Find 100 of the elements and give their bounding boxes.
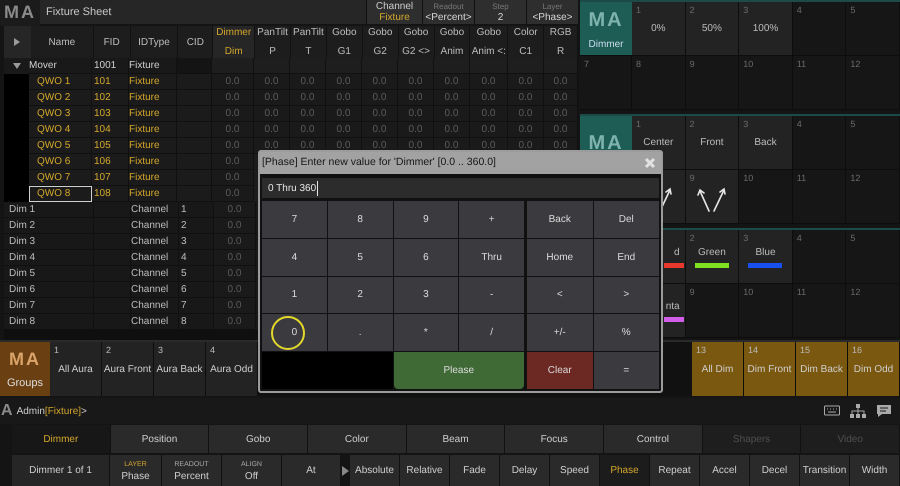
layer-button[interactable]: Repeat — [650, 455, 700, 486]
edit-key[interactable]: Home — [527, 238, 592, 276]
group-cell[interactable]: 16 Dim Odd — [848, 342, 900, 396]
at-button[interactable]: At — [282, 455, 340, 486]
logo: MA — [588, 8, 624, 33]
name-cell[interactable]: Dim 8 — [4, 314, 94, 330]
group-cell[interactable]: 3 Aura Back — [154, 342, 206, 396]
feature-tab[interactable]: Position — [110, 425, 210, 453]
value-cell: 0.0 — [212, 74, 254, 90]
keypad-key[interactable]: + — [459, 201, 524, 238]
preset-cell[interactable]: 3 Blue — [739, 230, 793, 284]
column-header[interactable]: Dimmer Dim — [213, 26, 256, 58]
cell-number: 4 — [796, 118, 802, 131]
keypad-key[interactable]: . — [328, 314, 392, 352]
keypad-key[interactable]: 1 — [262, 276, 327, 314]
value-cell: 0.0 — [212, 138, 254, 154]
group-cell[interactable]: 4 Aura Odd — [206, 342, 258, 396]
keypad-key[interactable]: 7 — [262, 201, 327, 238]
setting-field[interactable]: Step 2 — [474, 0, 526, 24]
layer-button[interactable]: Phase — [600, 455, 650, 486]
encoder-feature[interactable]: Dimmer 1 of 1 — [12, 455, 110, 486]
layer-button[interactable]: Width — [850, 455, 900, 486]
name-cell[interactable]: QWO 8 — [29, 186, 92, 202]
keypad-key[interactable]: 5 — [328, 238, 392, 276]
layer-button[interactable]: Delay — [500, 455, 550, 486]
keypad-key[interactable]: 0 — [262, 314, 327, 352]
layer-button[interactable]: Fade — [450, 455, 500, 486]
edit-key[interactable]: % — [594, 314, 659, 352]
value-cell: 0.0 — [470, 90, 508, 106]
edit-key[interactable]: > — [594, 276, 659, 314]
command-prompt: Admin[Fixture]> — [16, 404, 87, 418]
keypad-key[interactable]: 8 — [328, 201, 392, 238]
group-cell[interactable]: 1 All Aura — [50, 342, 102, 396]
setting-field[interactable]: Layer <Phase> — [526, 0, 578, 24]
expand-icon[interactable] — [13, 38, 22, 46]
keypad-key[interactable]: / — [459, 314, 524, 352]
layer-button[interactable]: Absolute — [350, 455, 400, 486]
keypad-key[interactable]: 9 — [394, 201, 458, 238]
layer-button[interactable]: Decel — [750, 455, 800, 486]
value-cell: 0.0 — [214, 250, 256, 266]
group-cell[interactable]: 2 Aura Front — [102, 342, 154, 396]
edit-key[interactable]: End — [594, 238, 659, 276]
setting-field[interactable]: Readout <Percent> — [422, 0, 474, 24]
value-cell: 0.0 — [470, 122, 508, 138]
edit-key[interactable]: Del — [594, 201, 659, 238]
layer-button[interactable]: Transition — [800, 455, 850, 486]
preset-cell[interactable]: 3 100% — [739, 2, 793, 56]
collapse-icon[interactable] — [12, 62, 20, 70]
pool-label[interactable]: MA Dimmer — [580, 2, 632, 56]
preset-cell[interactable]: 3 Back — [739, 116, 793, 170]
preset-cell[interactable]: 2 50% — [686, 2, 740, 56]
keypad-key[interactable]: Thru — [459, 238, 524, 276]
value-cell: 0.0 — [508, 106, 544, 122]
cell-number: 9 — [690, 286, 695, 299]
name-cell[interactable]: QWO 7 — [29, 170, 92, 186]
cell-number: 11 — [796, 172, 806, 185]
value-cell: 0.0 — [434, 74, 470, 90]
value-cell: 0.0 — [212, 122, 254, 138]
value-cell: 0.0 — [290, 74, 326, 90]
preset-cell[interactable]: 2 Front — [686, 116, 740, 170]
edit-key[interactable]: +/- — [527, 314, 592, 352]
value-cell: 0.0 — [214, 282, 256, 298]
value-cell: 0.0 — [212, 154, 254, 170]
keypad-key[interactable]: 3 — [394, 276, 458, 314]
pool-label[interactable]: MA Groups — [0, 342, 50, 396]
clear-button[interactable]: Clear — [527, 352, 592, 389]
feature-tab[interactable]: Focus — [505, 425, 604, 453]
group-cell[interactable]: 15 Dim Back — [796, 342, 848, 396]
keypad-key[interactable]: - — [459, 276, 524, 314]
group-cell[interactable]: 13 All Dim — [692, 342, 744, 396]
feature-tab[interactable]: Gobo — [209, 425, 308, 453]
row-gutter — [4, 74, 29, 90]
edit-key[interactable]: Back — [527, 201, 592, 238]
layer-button[interactable]: Accel — [700, 455, 750, 486]
preset-cell[interactable]: 2 Green — [686, 230, 740, 284]
keypad-key[interactable]: 2 — [328, 276, 392, 314]
value-cell: 0.0 — [434, 122, 470, 138]
value-cell: 0.0 — [254, 106, 290, 122]
cell-number: 4 — [796, 4, 802, 17]
edit-key[interactable]: < — [527, 276, 592, 314]
feature-tab[interactable]: Color — [308, 425, 407, 453]
equals-key[interactable]: = — [594, 352, 659, 389]
feature-tab[interactable]: Control — [604, 425, 703, 453]
cell-number: 10 — [743, 58, 754, 71]
value-cell: 0.0 — [214, 218, 256, 234]
cell-number: 12 — [850, 58, 860, 71]
keypad-key[interactable]: * — [394, 314, 458, 352]
chat-icon[interactable] — [876, 404, 892, 418]
layer-button[interactable]: Speed — [550, 455, 600, 486]
keypad-key[interactable]: 6 — [394, 238, 458, 276]
mode-toggle[interactable]: Channel Fixture — [366, 0, 422, 24]
input-field[interactable]: 0 Thru 360 — [262, 178, 659, 198]
hierarchy-icon[interactable] — [850, 404, 866, 418]
please-button[interactable]: Please — [394, 352, 524, 389]
group-cell[interactable]: 14 Dim Front — [744, 342, 796, 396]
layer-button[interactable]: Relative — [400, 455, 450, 486]
keyboard-icon[interactable] — [824, 404, 840, 416]
keypad-key[interactable]: 4 — [262, 238, 327, 276]
preset-cell[interactable]: 1 0% — [632, 2, 686, 56]
feature-tab[interactable]: Beam — [406, 425, 506, 453]
